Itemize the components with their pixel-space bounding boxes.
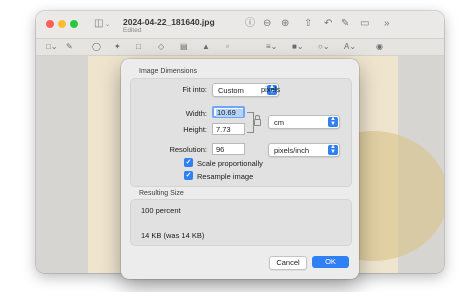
markup-toolbar: □⌄ ✎ ◯ ✦ □ ◇ ▤ ▲ ▫ ≡⌄ ■⌄ ○⌄ A⌄ ◉ <box>36 39 444 56</box>
chevron-down-icon[interactable]: ⌄ <box>105 20 110 30</box>
scale-proportionally-checkbox[interactable]: ✓ <box>184 158 193 167</box>
document-status: Edited <box>123 27 142 34</box>
resample-image-checkbox[interactable]: ✓ <box>184 171 193 180</box>
resample-image-label[interactable]: Resample image <box>197 172 253 181</box>
info-icon[interactable]: ⓘ <box>245 19 255 29</box>
unit-value: cm <box>274 118 284 127</box>
height-label: Height: <box>183 125 207 134</box>
resolution-unit-value: pixels/inch <box>274 146 310 155</box>
instant-alpha-icon[interactable]: ✦ <box>114 42 121 51</box>
sketch-icon[interactable]: ✎ <box>66 42 73 51</box>
text-icon[interactable]: □ <box>136 42 141 51</box>
proportion-bracket <box>247 112 254 133</box>
width-field[interactable] <box>212 106 245 118</box>
selection-icon[interactable]: □⌄ <box>46 42 58 51</box>
scale-proportionally-label[interactable]: Scale proportionally <box>197 159 263 168</box>
expand-icon[interactable]: » <box>384 19 390 29</box>
height-input[interactable] <box>213 124 244 134</box>
fit-into-label: Fit into: <box>182 85 207 94</box>
adjust-size-icon[interactable]: ▲ <box>202 42 210 51</box>
line-style-icon[interactable]: ≡⌄ <box>266 42 277 51</box>
rotate-icon[interactable]: ↶ <box>324 19 332 29</box>
sidebar-icon[interactable]: ◫ <box>94 19 103 29</box>
font-icon[interactable]: A⌄ <box>344 42 356 51</box>
sign-icon[interactable]: ▭ <box>360 19 369 29</box>
resulting-filesize: 14 KB (was 14 KB) <box>141 231 205 240</box>
window-titlebar: ◫ ⌄ 2024-04-22_181640.jpg Edited ⓘ ⊖ ⊕ ⇧… <box>36 11 444 39</box>
resolution-input[interactable] <box>213 144 244 154</box>
adjust-color-icon[interactable]: ▤ <box>180 42 188 51</box>
accessibility-icon[interactable]: ◉ <box>376 42 383 51</box>
unit-popup[interactable]: cm ▲ ▼ <box>268 115 340 129</box>
ok-button[interactable]: OK <box>312 256 349 268</box>
markup-icon[interactable]: ✎ <box>341 19 349 29</box>
resulting-size-title: Resulting Size <box>139 190 184 197</box>
shapes-icon[interactable]: ◇ <box>158 42 164 51</box>
resolution-label: Resolution: <box>169 145 207 154</box>
border-color-icon[interactable]: ■⌄ <box>292 42 304 51</box>
resulting-percent: 100 percent <box>141 206 181 215</box>
popup-chevrons-icon: ▲ ▼ <box>328 144 338 155</box>
cancel-button[interactable]: Cancel <box>269 256 307 270</box>
maximize-window-button[interactable] <box>70 20 78 28</box>
width-input[interactable] <box>214 108 243 116</box>
adjust-size-dialog: Image Dimensions Fit into: Custom ▲ ▼ pix… <box>121 59 359 279</box>
fit-into-unit: pixels <box>261 85 281 94</box>
zoom-out-icon[interactable]: ⊖ <box>263 19 271 29</box>
document-title: 2024-04-22_181640.jpg <box>123 17 215 27</box>
lock-icon[interactable] <box>254 119 261 126</box>
height-field[interactable] <box>212 123 245 135</box>
minimize-window-button[interactable] <box>58 20 66 28</box>
share-icon[interactable]: ⇧ <box>304 19 312 29</box>
fit-into-value: Custom <box>218 86 244 95</box>
fill-color-icon[interactable]: ○⌄ <box>318 42 330 51</box>
crop-icon[interactable]: ▫ <box>226 42 229 51</box>
width-label: Width: <box>185 109 207 118</box>
image-dimensions-title: Image Dimensions <box>139 68 197 75</box>
resolution-unit-popup[interactable]: pixels/inch ▲ ▼ <box>268 143 340 157</box>
resolution-field[interactable] <box>212 143 245 155</box>
popup-chevrons-icon: ▲ ▼ <box>328 116 338 127</box>
lasso-icon[interactable]: ◯ <box>92 42 101 51</box>
zoom-in-icon[interactable]: ⊕ <box>281 19 289 29</box>
close-window-button[interactable] <box>46 20 54 28</box>
